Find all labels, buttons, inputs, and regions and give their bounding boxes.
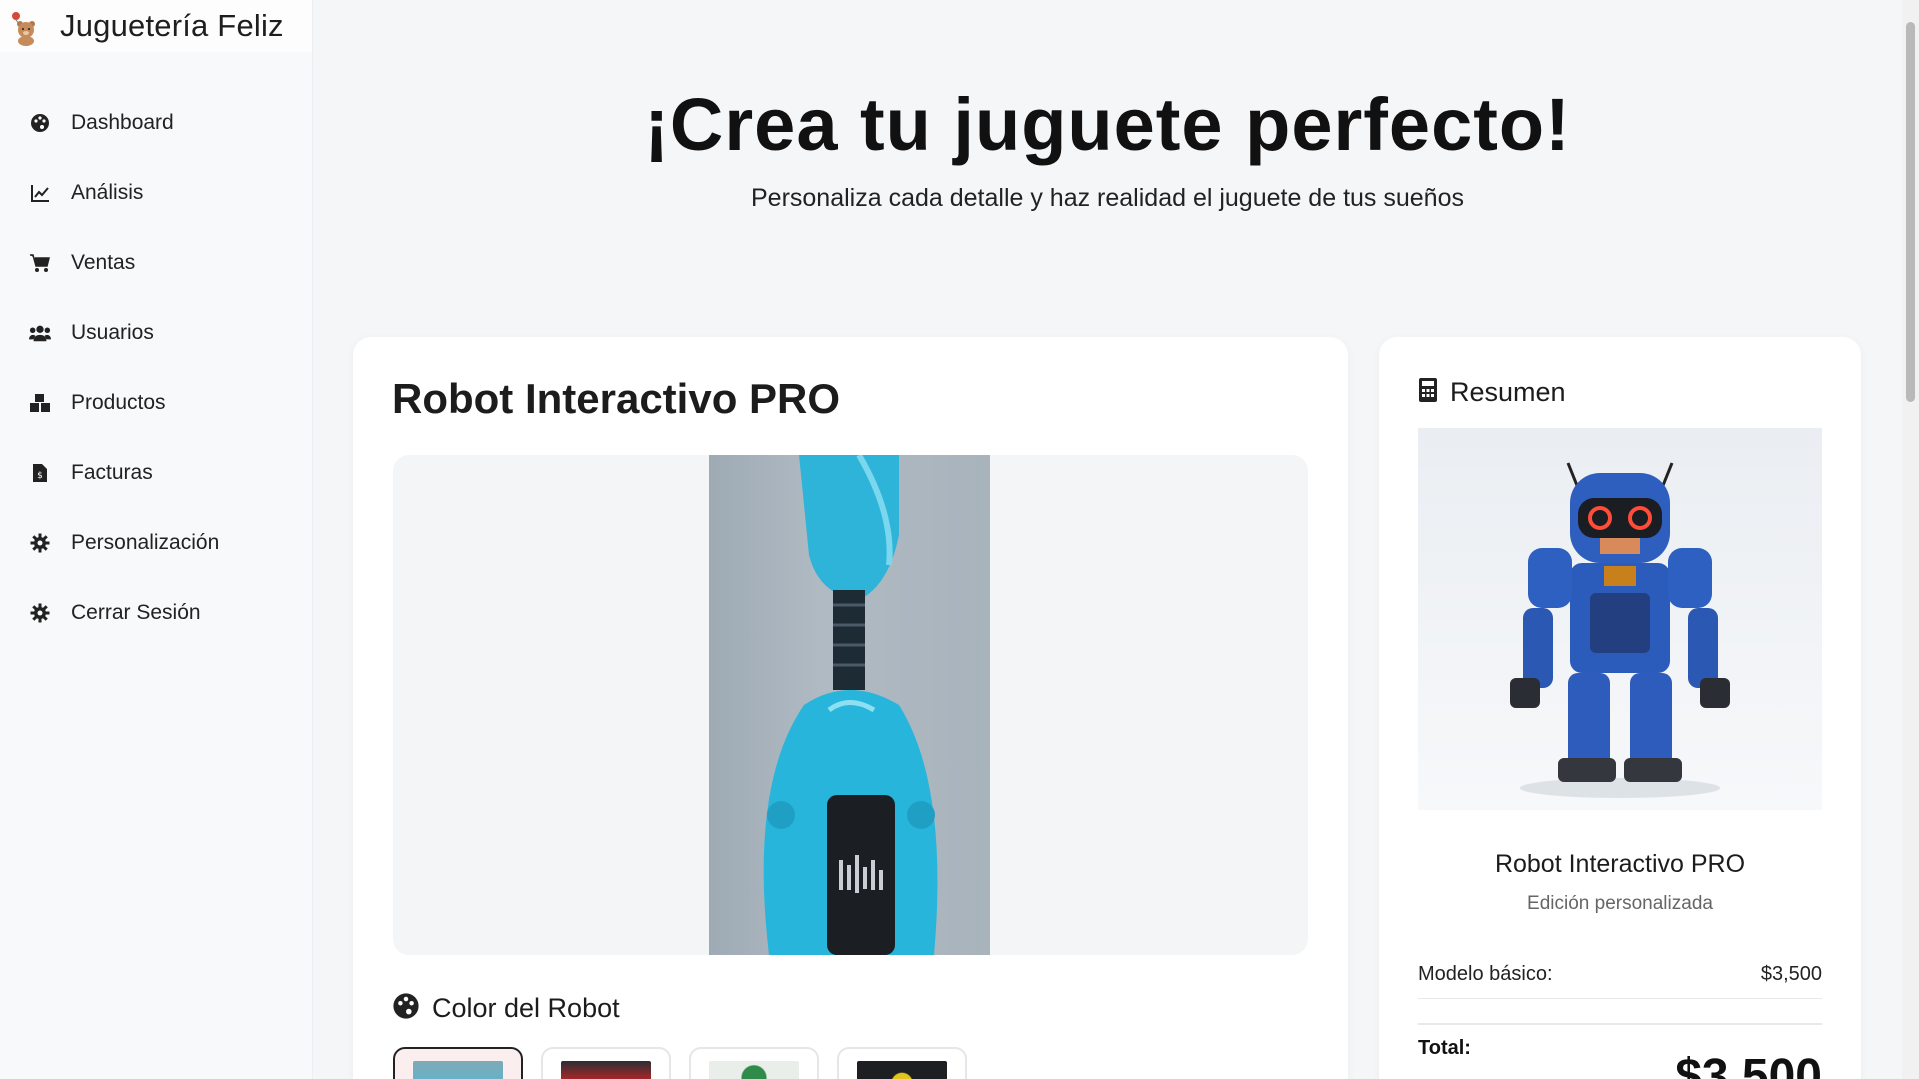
- summary-card: Resumen Robot Interactivo PRO Edición pe…: [1379, 337, 1861, 1079]
- sidebar-item-label: Cerrar Sesión: [71, 601, 201, 624]
- page-title: ¡Crea tu juguete perfecto!: [644, 83, 1571, 166]
- sidebar-item-usuarios[interactable]: Usuarios: [0, 298, 312, 368]
- users-icon: [29, 322, 51, 344]
- summary-base-model-row: Modelo básico: $3,500: [1418, 963, 1822, 999]
- summary-product-image: [1418, 428, 1822, 810]
- color-section-header: Color del Robot: [392, 992, 620, 1025]
- product-title: Robot Interactivo PRO: [392, 375, 841, 422]
- sidebar-item-label: Ventas: [71, 251, 136, 274]
- scrollbar-thumb[interactable]: [1906, 22, 1915, 402]
- sidebar-nav: Dashboard Análisis Ventas Usuarios Produ…: [0, 88, 312, 648]
- color-thumb: [857, 1061, 947, 1079]
- sidebar-item-label: Análisis: [71, 181, 144, 204]
- teddy-bear-icon: [0, 0, 48, 52]
- sidebar-item-facturas[interactable]: $ Facturas: [0, 438, 312, 508]
- color-section-label: Color del Robot: [432, 993, 620, 1023]
- color-option-green[interactable]: [689, 1047, 819, 1079]
- sidebar-item-personalizacion[interactable]: Personalización: [0, 508, 312, 578]
- total-value: $3,500: [1675, 1050, 1822, 1079]
- color-thumb: [561, 1061, 651, 1079]
- sidebar-item-productos[interactable]: Productos: [0, 368, 312, 438]
- sidebar-item-ventas[interactable]: Ventas: [0, 228, 312, 298]
- color-option-red[interactable]: [541, 1047, 671, 1079]
- base-model-label: Modelo básico:: [1418, 963, 1553, 985]
- summary-divider: [1418, 1023, 1822, 1025]
- sidebar: Juguetería Feliz Dashboard Análisis Vent…: [0, 0, 313, 1079]
- sidebar-item-cerrar-sesion[interactable]: Cerrar Sesión: [0, 578, 312, 648]
- sidebar-item-analisis[interactable]: Análisis: [0, 158, 312, 228]
- sidebar-item-label: Productos: [71, 391, 166, 414]
- gear-icon: [29, 532, 51, 554]
- robot-preview-image: [709, 455, 990, 955]
- color-options: [393, 1047, 967, 1079]
- summary-heading: Resumen: [1450, 377, 1566, 407]
- color-thumb: [709, 1061, 799, 1079]
- sidebar-item-label: Personalización: [71, 531, 220, 554]
- page-subtitle: Personaliza cada detalle y haz realidad …: [751, 184, 1464, 212]
- invoice-icon: $: [29, 462, 51, 484]
- page-scrollbar[interactable]: [1902, 0, 1919, 1079]
- sidebar-item-label: Usuarios: [71, 321, 154, 344]
- brand-title: Juguetería Feliz: [60, 8, 284, 43]
- product-preview: [393, 455, 1308, 955]
- sidebar-item-dashboard[interactable]: Dashboard: [0, 88, 312, 158]
- boxes-icon: [29, 392, 51, 414]
- svg-text:$: $: [37, 471, 43, 481]
- cart-icon: [29, 252, 51, 274]
- calculator-icon: [1418, 377, 1438, 408]
- palette-icon: [392, 992, 420, 1025]
- gear-icon: [29, 602, 51, 624]
- color-thumb: [413, 1061, 503, 1079]
- palette-icon: [29, 112, 51, 134]
- sidebar-item-label: Dashboard: [71, 111, 174, 134]
- base-model-price: $3,500: [1760, 963, 1822, 985]
- total-label: Total:: [1418, 1037, 1471, 1059]
- summary-header: Resumen: [1418, 377, 1566, 408]
- color-option-yellow[interactable]: [837, 1047, 967, 1079]
- sidebar-item-label: Facturas: [71, 461, 153, 484]
- brand[interactable]: Juguetería Feliz: [0, 0, 312, 52]
- color-option-cyan[interactable]: [393, 1047, 523, 1079]
- summary-edition: Edición personalizada: [1527, 893, 1713, 914]
- summary-product-name: Robot Interactivo PRO: [1494, 850, 1746, 878]
- line-chart-icon: [29, 182, 51, 204]
- customizer-card: Robot Interactivo PRO Color del Robot: [353, 337, 1348, 1079]
